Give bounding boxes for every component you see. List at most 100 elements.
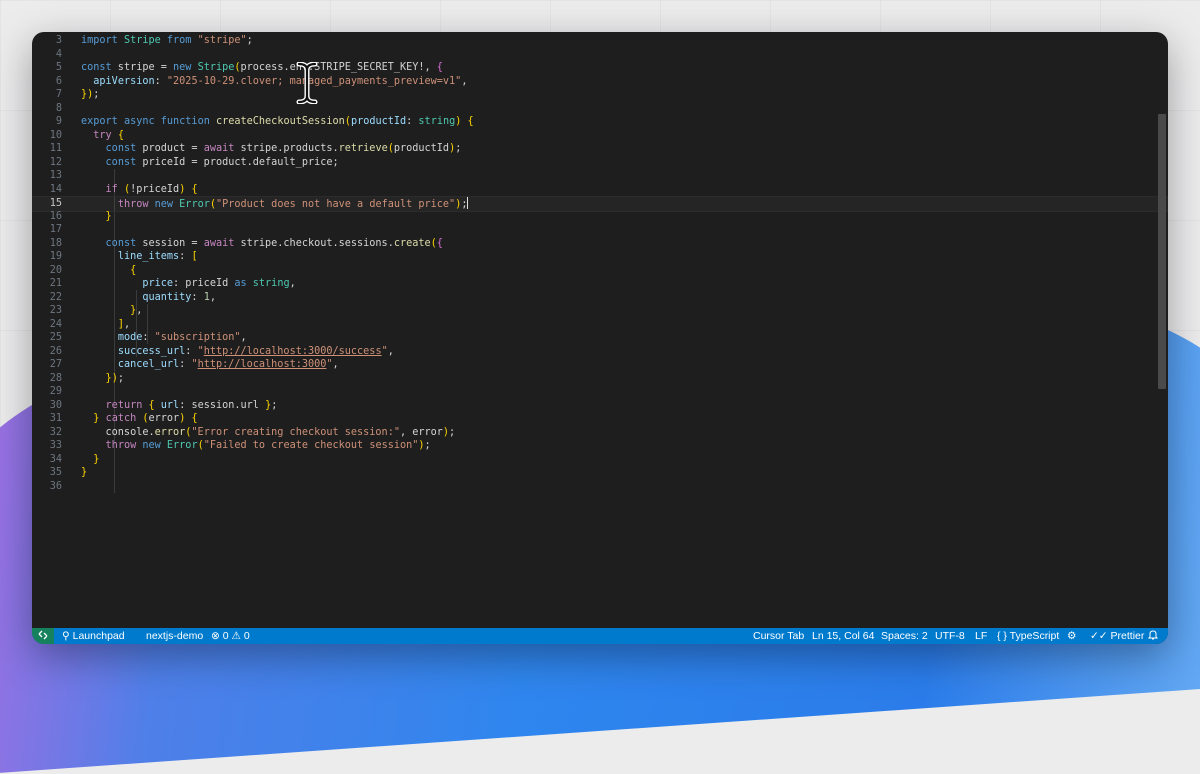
- code-line[interactable]: 25 mode: "subscription",: [32, 331, 1168, 345]
- code-line[interactable]: 27 cancel_url: "http://localhost:3000",: [32, 358, 1168, 372]
- code-editor[interactable]: 3 import Stripe from "stripe"; 4 5 const str…: [32, 32, 1168, 628]
- code-text[interactable]: },: [81, 304, 142, 318]
- code-line[interactable]: 34 }: [32, 453, 1168, 467]
- code-text[interactable]: }: [81, 210, 112, 224]
- code-text[interactable]: {: [81, 264, 136, 278]
- code-text[interactable]: if (!priceId) {: [81, 183, 198, 197]
- encoding-setting[interactable]: UTF-8: [935, 628, 965, 644]
- code-line[interactable]: 18 const session = await stripe.checkout…: [32, 237, 1168, 251]
- code-line[interactable]: 30 return { url: session.url };: [32, 399, 1168, 413]
- line-number: 25: [49, 332, 62, 343]
- code-text[interactable]: cancel_url: "http://localhost:3000",: [81, 358, 339, 372]
- line-number: 12: [49, 156, 62, 168]
- code-text[interactable]: });: [81, 372, 124, 386]
- code-line[interactable]: 12 const priceId = product.default_price…: [32, 156, 1168, 170]
- code-line[interactable]: 13: [32, 169, 1168, 183]
- code-line[interactable]: 31 } catch (error) {: [32, 412, 1168, 426]
- code-text[interactable]: line_items: [: [81, 250, 198, 264]
- code-line[interactable]: 10 try {: [32, 129, 1168, 143]
- code-text[interactable]: const session = await stripe.checkout.se…: [81, 237, 443, 251]
- code-line[interactable]: 35}: [32, 466, 1168, 480]
- code-line[interactable]: 22 quantity: 1,: [32, 291, 1168, 305]
- code-line[interactable]: 7});: [32, 88, 1168, 102]
- code-line[interactable]: 20 {: [32, 264, 1168, 278]
- code-line[interactable]: 8: [32, 102, 1168, 116]
- code-line[interactable]: 14 if (!priceId) {: [32, 183, 1168, 197]
- status-bar: ⚲ Launchpad nextjs-demo ⊗ 0 ⚠ 0 Cursor T…: [32, 628, 1168, 644]
- settings-sync-icon[interactable]: ⚙: [1067, 628, 1076, 644]
- code-text[interactable]: const priceId = product.default_price;: [81, 156, 339, 170]
- editor-window: 3 import Stripe from "stripe"; 4 5 const str…: [32, 32, 1168, 644]
- line-number: 9: [55, 116, 62, 127]
- code-line[interactable]: 24 ],: [32, 318, 1168, 332]
- code-line[interactable]: 28 });: [32, 372, 1168, 386]
- code-text[interactable]: console.error("Error creating checkout s…: [81, 426, 456, 440]
- code-line[interactable]: 17: [32, 223, 1168, 237]
- code-line[interactable]: 5 const stripe = new Stripe(process.env.S…: [32, 61, 1168, 75]
- code-line[interactable]: 9 export async function createCheckoutSes…: [32, 115, 1168, 129]
- launchpad-button[interactable]: ⚲ Launchpad: [62, 628, 125, 644]
- code-text[interactable]: import Stripe from "stripe";: [81, 34, 253, 48]
- line-number: 31: [49, 413, 62, 424]
- code-line[interactable]: 23 },: [32, 304, 1168, 318]
- code-line[interactable]: 6 apiVersion: "2025-10-29.clover; manage…: [32, 75, 1168, 89]
- code-line[interactable]: 33 throw new Error("Failed to create che…: [32, 439, 1168, 453]
- code-line[interactable]: 19 line_items: [: [32, 250, 1168, 264]
- problems-indicator[interactable]: ⊗ 0 ⚠ 0: [211, 628, 250, 644]
- line-number: 4: [55, 48, 62, 60]
- cursor-tab-button[interactable]: Cursor Tab: [753, 628, 804, 644]
- code-line[interactable]: 32 console.error("Error creating checkou…: [32, 426, 1168, 440]
- line-number: 17: [49, 224, 62, 235]
- code-line[interactable]: 16 }: [32, 210, 1168, 224]
- line-number: 21: [49, 278, 62, 289]
- eol-setting[interactable]: LF: [975, 628, 987, 644]
- code-line[interactable]: 11 const product = await stripe.products…: [32, 142, 1168, 156]
- code-text[interactable]: return { url: session.url };: [81, 399, 278, 413]
- line-number: 22: [49, 291, 62, 303]
- code-text[interactable]: success_url: "http://localhost:3000/succ…: [81, 345, 394, 359]
- line-number: 29: [49, 386, 62, 397]
- double-check-icon: ✓✓: [1090, 630, 1108, 642]
- code-text[interactable]: const product = await stripe.products.re…: [81, 142, 462, 156]
- code-text[interactable]: });: [81, 88, 99, 102]
- code-text[interactable]: quantity: 1,: [81, 291, 216, 305]
- braces-icon: { }: [997, 630, 1007, 642]
- line-number: 26: [49, 345, 62, 357]
- code-line[interactable]: 21 price: priceId as string,: [32, 277, 1168, 291]
- notifications-bell-icon[interactable]: [1147, 628, 1159, 644]
- code-text[interactable]: } catch (error) {: [81, 412, 197, 426]
- line-number: 13: [49, 170, 62, 181]
- line-number: 5: [55, 62, 62, 73]
- code-line[interactable]: 26 success_url: "http://localhost:3000/s…: [32, 345, 1168, 359]
- line-number: 32: [49, 426, 62, 438]
- code-text[interactable]: ],: [81, 318, 130, 332]
- line-number: 27: [49, 359, 62, 370]
- language-mode[interactable]: { } TypeScript: [997, 628, 1059, 644]
- code-line[interactable]: 36: [32, 480, 1168, 494]
- line-number: 36: [49, 480, 62, 492]
- code-line[interactable]: 29: [32, 385, 1168, 399]
- warning-icon: ⚠: [231, 630, 241, 642]
- code-line[interactable]: 3 import Stripe from "stripe";: [32, 34, 1168, 48]
- indentation-setting[interactable]: Spaces: 2: [881, 628, 928, 644]
- remote-icon[interactable]: [32, 628, 54, 644]
- language-label: TypeScript: [1009, 630, 1060, 642]
- code-text[interactable]: try {: [81, 129, 124, 143]
- code-text[interactable]: apiVersion: "2025-10-29.clover; managed_…: [81, 75, 467, 89]
- code-text[interactable]: }: [81, 466, 87, 480]
- code-text[interactable]: price: priceId as string,: [81, 277, 295, 291]
- prettier-status[interactable]: ✓✓ Prettier: [1090, 628, 1144, 644]
- code-text[interactable]: const stripe = new Stripe(process.env.ST…: [81, 61, 443, 75]
- code-text[interactable]: export async function createCheckoutSess…: [81, 115, 474, 129]
- code-text[interactable]: mode: "subscription",: [81, 331, 247, 345]
- code-text[interactable]: }: [81, 453, 99, 467]
- line-number: 24: [49, 318, 62, 330]
- error-count: 0: [222, 630, 229, 642]
- code-line[interactable]: 4: [32, 48, 1168, 62]
- vertical-scrollbar[interactable]: [1158, 114, 1166, 389]
- rocket-icon: ⚲: [62, 630, 70, 642]
- line-number: 8: [55, 102, 62, 114]
- cursor-position[interactable]: Ln 15, Col 64: [812, 628, 874, 644]
- project-name[interactable]: nextjs-demo: [146, 628, 203, 644]
- code-text[interactable]: throw new Error("Failed to create checko…: [81, 439, 431, 453]
